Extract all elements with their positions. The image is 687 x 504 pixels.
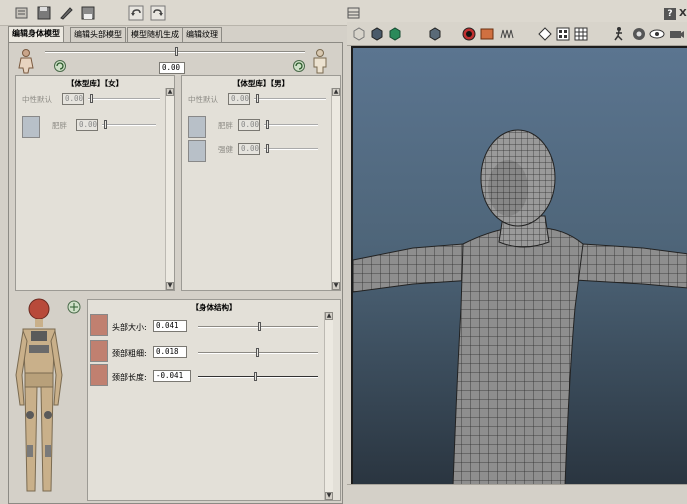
grid-dots-icon[interactable] (555, 26, 571, 42)
male-neutral-label: 中性默认 (188, 95, 218, 104)
body-structure-title: 【身体结构】 (191, 303, 237, 312)
neck-thickness-thumbnail-icon (90, 340, 108, 362)
scroll-down-icon[interactable]: ▼ (332, 282, 340, 290)
female-figure-icon (15, 48, 37, 74)
female-fat-slider-thumb[interactable] (104, 120, 107, 129)
material-ball-icon[interactable] (461, 26, 477, 42)
tab-edit-body[interactable]: 编辑身体模型 (8, 26, 64, 42)
male-strong-slider[interactable] (264, 148, 318, 150)
body-edit-panel: 0.00 【体型库】【女】 中性默认 0.00 肥胖 0.00 ▲ ▼ 【体型库… (8, 42, 343, 504)
female-fat-label: 肥胖 (52, 121, 67, 130)
neck-length-thumbnail-icon (90, 364, 108, 386)
tab-random-generate[interactable]: 模型随机生成 (127, 27, 183, 42)
scroll-down-icon[interactable]: ▼ (325, 492, 333, 500)
viewport-statusbar (347, 484, 687, 504)
neck-thickness-slider-thumb[interactable] (256, 348, 259, 357)
female-neutral-label: 中性默认 (22, 95, 52, 104)
refresh-icon[interactable] (53, 59, 67, 73)
diamond-icon[interactable] (537, 26, 553, 42)
3d-viewport[interactable] (351, 46, 687, 484)
save-icon[interactable] (36, 5, 52, 21)
camera-icon[interactable] (669, 26, 685, 42)
male-fat-slider-thumb[interactable] (266, 120, 269, 129)
male-strong-label: 强健 (218, 145, 233, 154)
lighting-icon[interactable] (479, 26, 495, 42)
panel-layout-icon[interactable] (346, 5, 362, 21)
smooth-cube-icon[interactable] (427, 26, 443, 42)
female-neutral-slider[interactable] (88, 98, 160, 100)
male-fat-field[interactable]: 0.00 (238, 119, 260, 131)
target-icon[interactable] (631, 26, 647, 42)
grid-icon[interactable] (573, 26, 589, 42)
scroll-up-icon[interactable]: ▲ (332, 88, 340, 96)
male-strong-slider-thumb[interactable] (266, 144, 269, 153)
female-library-title: 【体型库】【女】 (66, 79, 124, 88)
help-button[interactable]: ? (664, 8, 676, 20)
head-size-field[interactable]: 0.041 (153, 320, 187, 332)
female-neutral-slider-thumb[interactable] (90, 94, 93, 103)
redo-icon[interactable] (150, 5, 166, 21)
hair-icon[interactable] (499, 26, 515, 42)
female-neutral-field[interactable]: 0.00 (62, 93, 84, 105)
neck-thickness-field[interactable]: 0.018 (153, 346, 187, 358)
tab-strip: 编辑身体模型 编辑头部模型 模型随机生成 编辑纹理 (8, 26, 343, 42)
save-as-icon[interactable] (80, 5, 96, 21)
head-size-label: 头部大小: (112, 323, 147, 332)
human-mesh-model (353, 129, 687, 484)
tab-edit-texture[interactable]: 编辑纹理 (182, 27, 222, 42)
female-body-library-panel: 【体型库】【女】 中性默认 0.00 肥胖 0.00 ▲ ▼ (15, 75, 175, 291)
head-size-slider-thumb[interactable] (258, 322, 261, 331)
male-neutral-slider[interactable] (254, 98, 326, 100)
male-neutral-slider-thumb[interactable] (256, 94, 259, 103)
body-structure-panel: 【身体结构】 头部大小: 0.041 颈部粗细: 0.018 颈部长度: -0.… (87, 299, 341, 501)
eye-icon[interactable] (649, 26, 665, 42)
female-fat-field[interactable]: 0.00 (76, 119, 98, 131)
male-strong-thumbnail-icon (188, 140, 206, 162)
female-fat-slider[interactable] (102, 124, 156, 126)
male-library-scrollbar[interactable]: ▲ ▼ (331, 88, 340, 290)
walk-figure-icon[interactable] (611, 26, 627, 42)
viewport-toolbar (347, 22, 687, 46)
scroll-up-icon[interactable]: ▲ (325, 312, 333, 320)
male-strong-field[interactable]: 0.00 (238, 143, 260, 155)
new-file-icon[interactable] (14, 5, 30, 21)
scroll-down-icon[interactable]: ▼ (166, 282, 174, 290)
male-fat-slider[interactable] (264, 124, 318, 126)
textured-cube-icon[interactable] (387, 26, 403, 42)
neck-thickness-label: 颈部粗细: (112, 349, 147, 358)
undo-icon[interactable] (128, 5, 144, 21)
gender-value-field[interactable]: 0.00 (159, 62, 185, 74)
edit-icon[interactable] (58, 5, 74, 21)
male-library-title: 【体型库】【男】 (232, 79, 290, 88)
close-button[interactable]: X (679, 8, 687, 20)
refresh-icon[interactable] (292, 59, 306, 73)
male-fat-label: 肥胖 (218, 121, 233, 130)
male-fat-thumbnail-icon (188, 116, 206, 138)
tab-edit-head[interactable]: 编辑头部模型 (70, 27, 126, 42)
female-library-scrollbar[interactable]: ▲ ▼ (165, 88, 174, 290)
body-structure-scrollbar[interactable]: ▲ ▼ (324, 312, 333, 500)
body-skeleton-selector[interactable] (13, 295, 87, 501)
neck-length-field[interactable]: -0.041 (153, 370, 191, 382)
neck-length-slider-thumb[interactable] (254, 372, 257, 381)
head-size-thumbnail-icon (90, 314, 108, 336)
male-neutral-field[interactable]: 0.00 (228, 93, 250, 105)
shaded-cube-icon[interactable] (369, 26, 385, 42)
neck-length-label: 颈部长度: (112, 373, 147, 382)
scroll-up-icon[interactable]: ▲ (166, 88, 174, 96)
male-figure-icon (309, 48, 331, 74)
female-fat-thumbnail-icon (22, 116, 40, 138)
neck-length-slider[interactable] (198, 376, 318, 378)
wireframe-cube-icon[interactable] (351, 26, 367, 42)
male-body-library-panel: 【体型库】【男】 中性默认 0.00 肥胖 0.00 强健 0.00 ▲ ▼ (181, 75, 341, 291)
gender-slider-thumb[interactable] (175, 47, 178, 56)
pose-toggle-icon[interactable] (65, 299, 83, 315)
